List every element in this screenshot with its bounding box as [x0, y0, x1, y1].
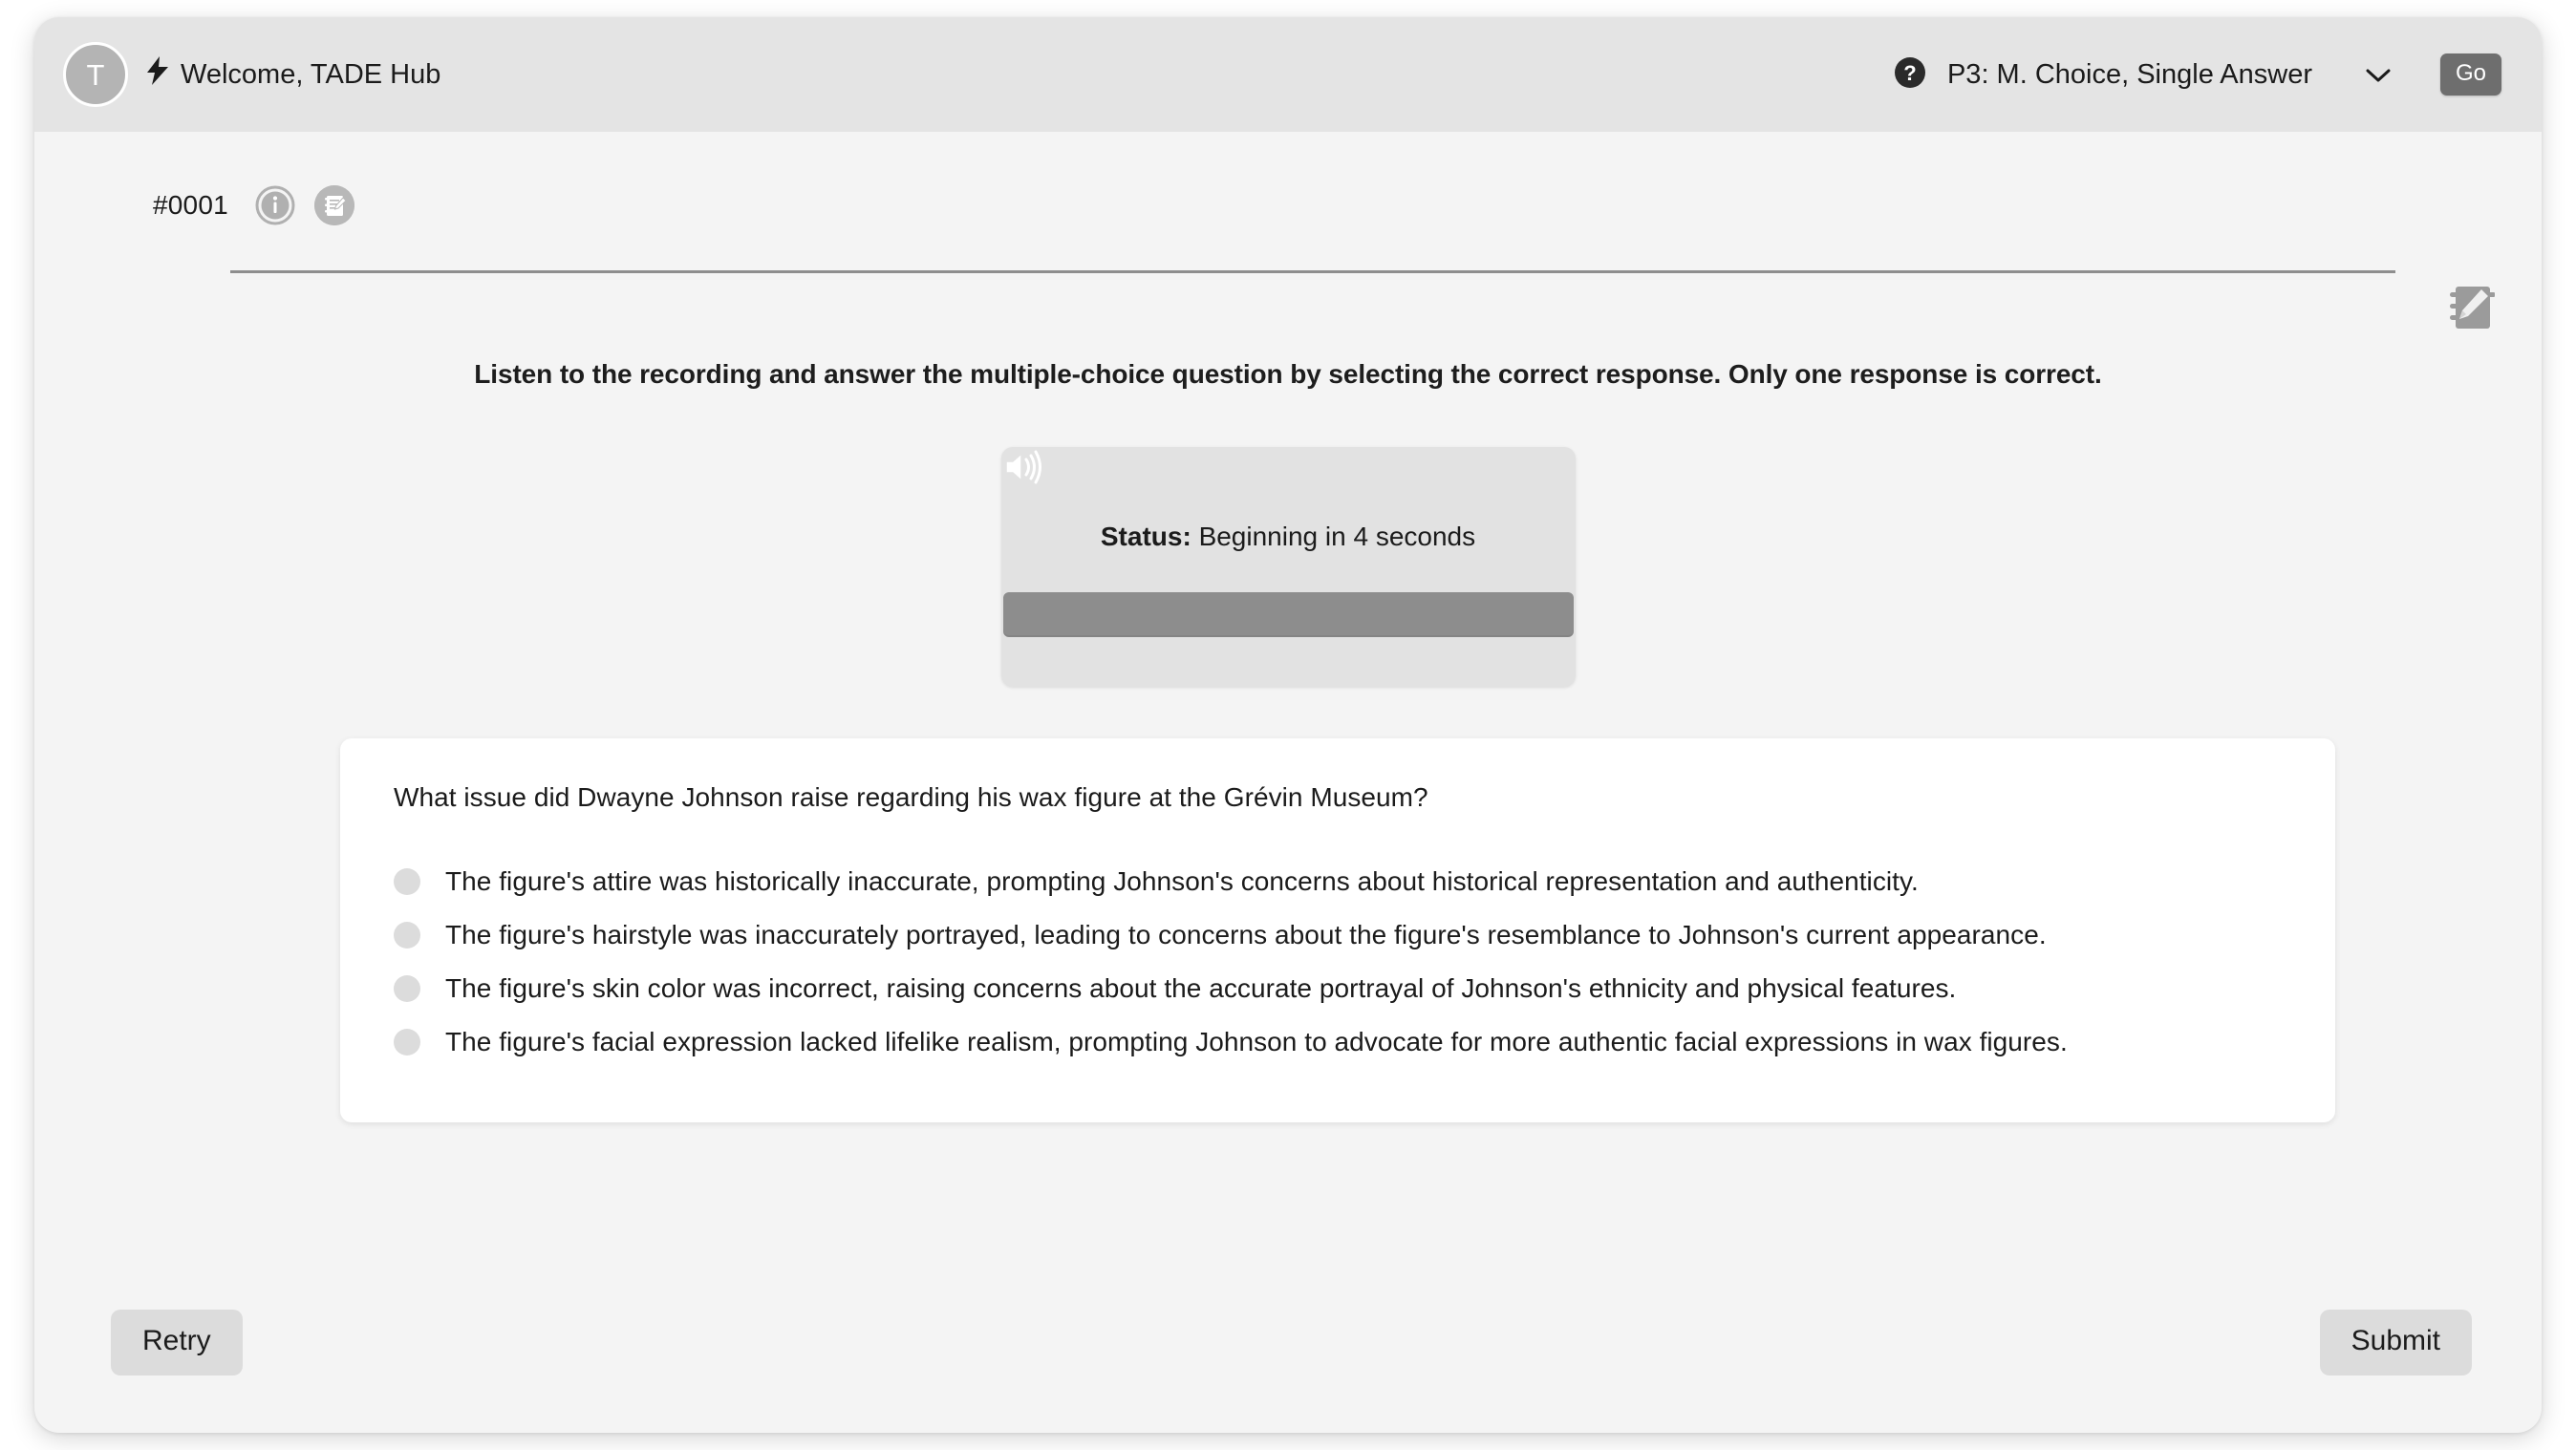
app-frame: T Welcome, TADE Hub ? P3: M. Choice, Sin…	[34, 17, 2542, 1433]
chevron-down-icon	[2366, 59, 2391, 91]
svg-text:?: ?	[1903, 61, 1916, 85]
answer-option-4[interactable]: The figure's facial expression lacked li…	[394, 1015, 2282, 1069]
brand-area: T Welcome, TADE Hub	[63, 42, 440, 107]
radio-button[interactable]	[394, 868, 420, 895]
item-id-row: #0001	[153, 185, 354, 225]
top-bar-right: ? P3: M. Choice, Single Answer Go	[1894, 53, 2501, 96]
info-circle-icon[interactable]	[255, 185, 295, 225]
answer-option-label: The figure's attire was historically ina…	[445, 866, 1919, 896]
question-card: What issue did Dwayne Johnson raise rega…	[340, 738, 2335, 1122]
answer-options-list: The figure's attire was historically ina…	[394, 855, 2282, 1069]
item-id: #0001	[153, 190, 228, 220]
audio-progress-bar[interactable]	[1002, 592, 1574, 637]
top-bar: T Welcome, TADE Hub ? P3: M. Choice, Sin…	[34, 17, 2542, 132]
answer-option-1[interactable]: The figure's attire was historically ina…	[394, 855, 2282, 908]
go-button[interactable]: Go	[2439, 53, 2501, 96]
answer-option-3[interactable]: The figure's skin color was incorrect, r…	[394, 962, 2282, 1015]
note-edit-icon[interactable]	[313, 185, 354, 225]
radio-button[interactable]	[394, 922, 420, 949]
audio-status: Status: Beginning in 4 seconds	[1101, 522, 1475, 552]
bolt-icon	[145, 56, 170, 93]
audio-status-label: Status:	[1100, 522, 1191, 551]
avatar: T	[63, 42, 128, 107]
radio-button[interactable]	[394, 1029, 420, 1056]
notepad-pencil-icon[interactable]	[2425, 271, 2517, 344]
mode-select[interactable]: P3: M. Choice, Single Answer	[1947, 59, 2391, 91]
audio-player-card: Status: Beginning in 4 seconds	[1000, 447, 1576, 687]
answer-option-label: The figure's facial expression lacked li…	[445, 1027, 2068, 1056]
answer-option-label: The figure's skin color was incorrect, r…	[445, 973, 1957, 1003]
audio-status-value: Beginning in 4 seconds	[1198, 522, 1476, 551]
retry-button[interactable]: Retry	[111, 1310, 243, 1375]
answer-option-2[interactable]: The figure's hairstyle was inaccurately …	[394, 908, 2282, 962]
header-divider	[230, 270, 2395, 273]
submit-button[interactable]: Submit	[2319, 1310, 2472, 1375]
welcome-text: Welcome, TADE Hub	[181, 58, 441, 90]
welcome-message: Welcome, TADE Hub	[145, 56, 440, 93]
instructions-text: Listen to the recording and answer the m…	[474, 359, 2102, 389]
speaker-volume-icon[interactable]	[990, 437, 1049, 497]
mode-select-value: P3: M. Choice, Single Answer	[1946, 58, 2312, 90]
question-prompt: What issue did Dwayne Johnson raise rega…	[394, 782, 1428, 812]
answer-option-label: The figure's hairstyle was inaccurately …	[445, 920, 2047, 949]
audio-player-area: Status: Beginning in 4 seconds	[34, 447, 2542, 687]
help-circle-icon[interactable]: ?	[1894, 56, 1926, 94]
radio-button[interactable]	[394, 975, 420, 1002]
